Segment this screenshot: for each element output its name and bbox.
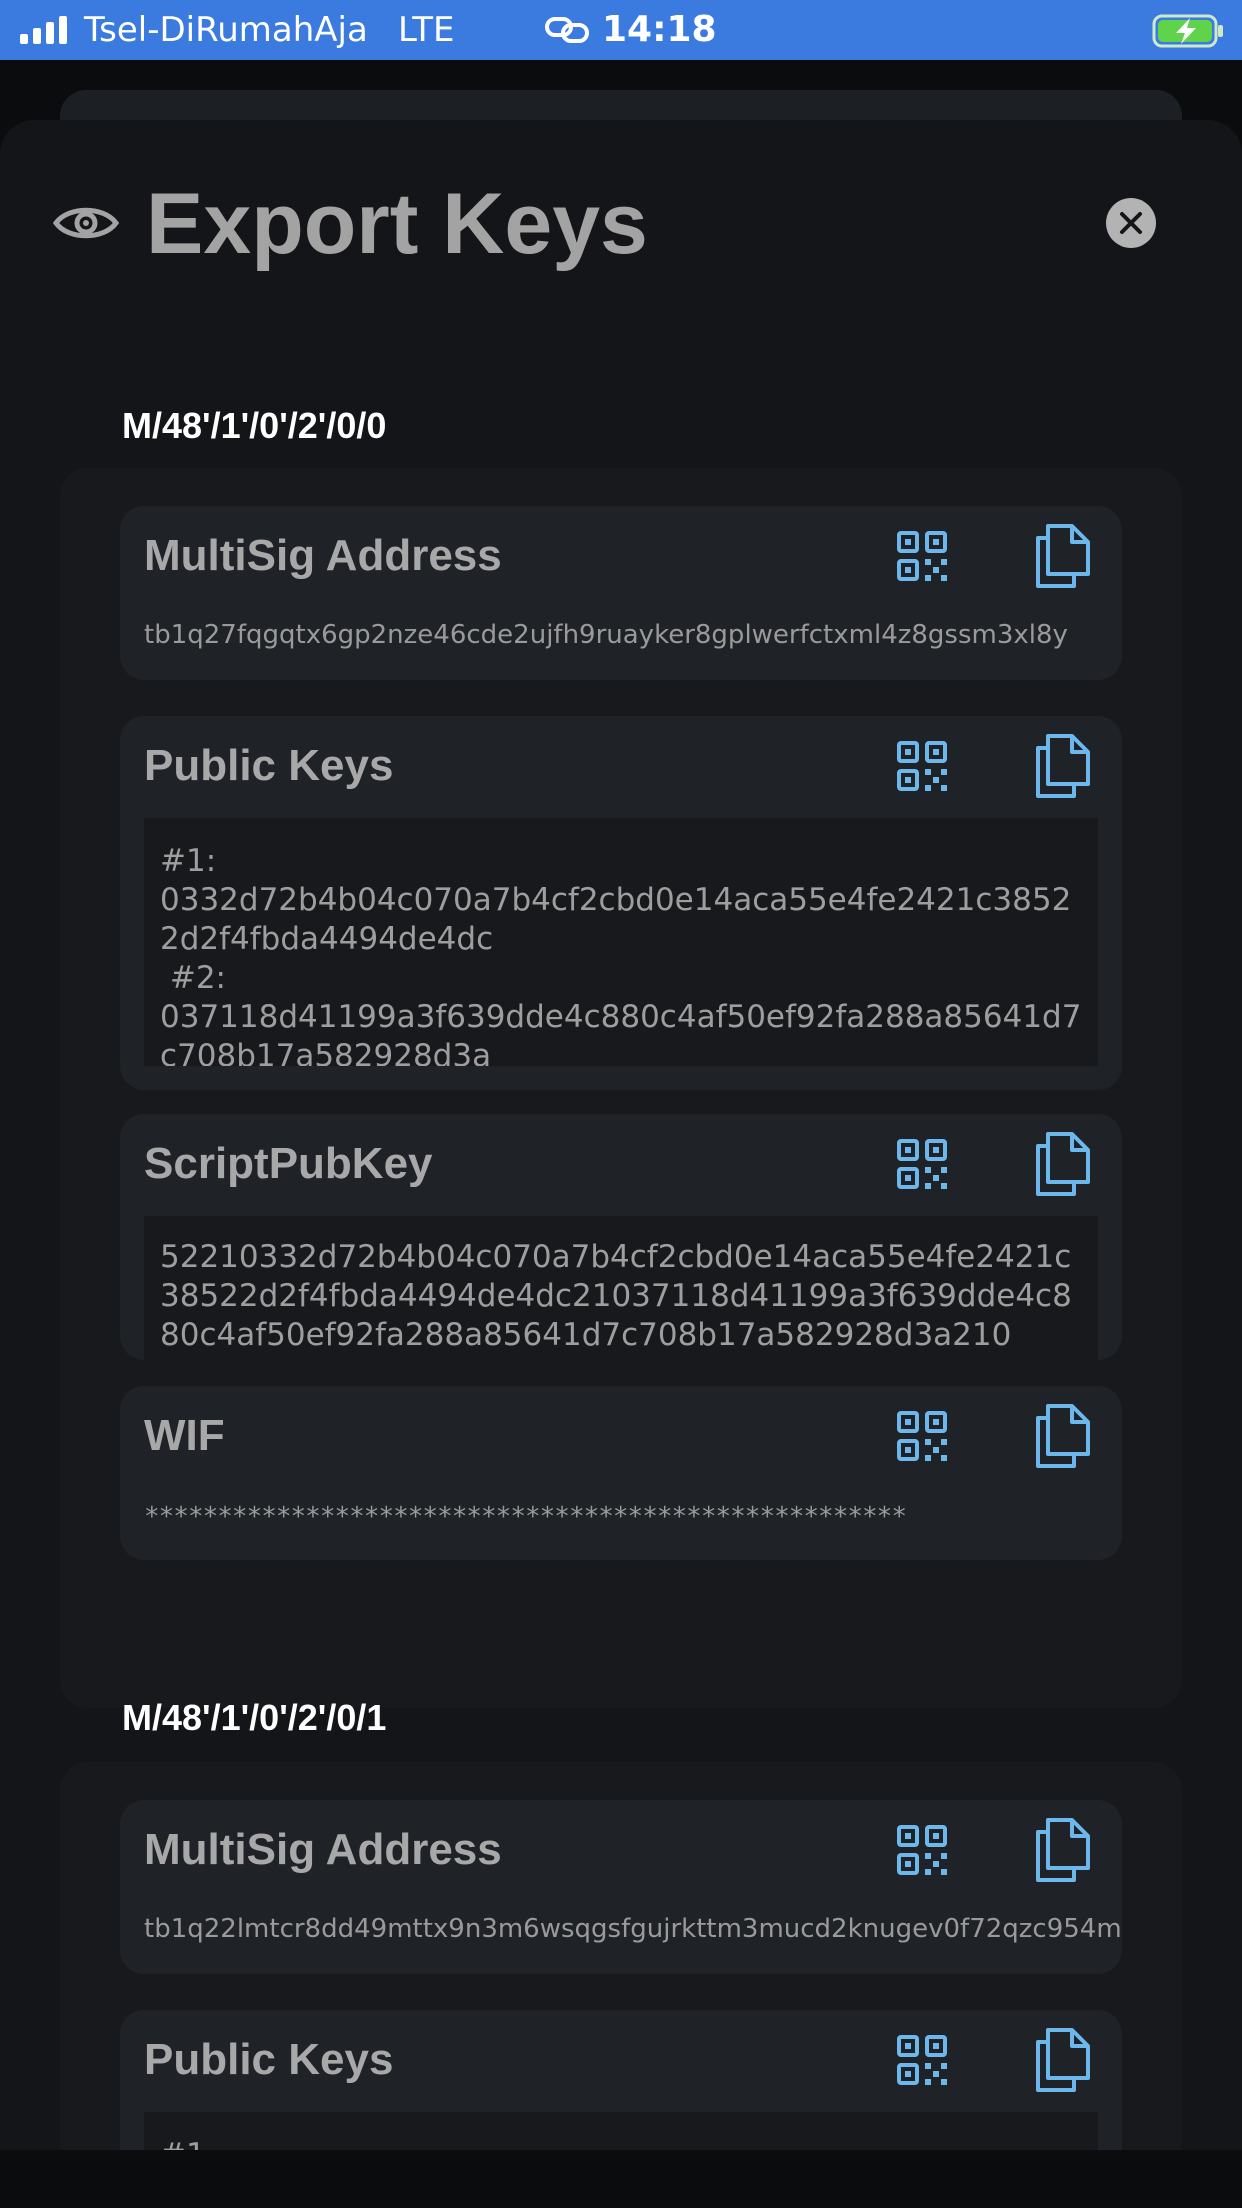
public-keys-box[interactable]: #1: 0332d72b4b04c070a7b4cf2cbd0e14aca55e… bbox=[144, 818, 1098, 1066]
network-type: LTE bbox=[398, 10, 455, 50]
link-icon bbox=[545, 17, 589, 43]
eye-icon bbox=[52, 207, 120, 239]
qr-code-icon[interactable] bbox=[896, 2034, 948, 2086]
signal-icon bbox=[20, 16, 67, 44]
carrier-name: Tsel-DiRumahAja bbox=[84, 10, 368, 50]
qr-code-icon[interactable] bbox=[896, 530, 948, 582]
qr-code-icon[interactable] bbox=[896, 740, 948, 792]
copy-icon[interactable] bbox=[1034, 1402, 1092, 1470]
copy-icon[interactable] bbox=[1034, 522, 1092, 590]
multisig-address-value: tb1q22lmtcr8dd49mttx9n3m6wsqgsfgujrkttm3… bbox=[144, 1914, 1122, 1944]
multisig-address-card: MultiSig Address tb1q27fqgqtx6gp2nze46cd… bbox=[120, 506, 1122, 680]
public-keys-label: Public Keys bbox=[144, 2035, 394, 2084]
export-keys-sheet: Export Keys M/48'/1'/0'/2'/0/0 MultiSig … bbox=[0, 120, 1242, 2150]
sheet-header: Export Keys bbox=[0, 120, 1242, 320]
battery-charging-icon bbox=[1152, 14, 1223, 48]
qr-code-icon[interactable] bbox=[896, 1138, 948, 1190]
copy-icon[interactable] bbox=[1034, 732, 1092, 800]
public-keys-card: Public Keys #1: 0332d72b4b04c070a7b4cf2c… bbox=[120, 716, 1122, 1090]
wif-label: WIF bbox=[144, 1411, 225, 1460]
multisig-address-label: MultiSig Address bbox=[144, 1825, 502, 1874]
public-keys-label: Public Keys bbox=[144, 741, 394, 790]
derivation-path-title: M/48'/1'/0'/2'/0/1 bbox=[122, 1697, 387, 1738]
public-keys-value: #1 bbox=[160, 2136, 1090, 2150]
key-group: MultiSig Address tb1q22lmtcr8dd49mttx9n3… bbox=[60, 1762, 1182, 2150]
copy-icon[interactable] bbox=[1034, 1816, 1092, 1884]
qr-code-icon[interactable] bbox=[896, 1824, 948, 1876]
page-title: Export Keys bbox=[146, 176, 648, 272]
scriptpubkey-card: ScriptPubKey 52210332d72b4b04c070a7b4cf2… bbox=[120, 1114, 1122, 1360]
public-keys-value: #1: 0332d72b4b04c070a7b4cf2cbd0e14aca55e… bbox=[160, 843, 1082, 1066]
qr-code-icon[interactable] bbox=[896, 1410, 948, 1462]
key-group: MultiSig Address tb1q27fqgqtx6gp2nze46cd… bbox=[60, 468, 1182, 1708]
clock: 14:18 bbox=[602, 9, 717, 50]
multisig-address-label: MultiSig Address bbox=[144, 531, 502, 580]
scriptpubkey-box[interactable]: 52210332d72b4b04c070a7b4cf2cbd0e14aca55e… bbox=[144, 1216, 1098, 1360]
multisig-address-value: tb1q27fqgqtx6gp2nze46cde2ujfh9ruayker8gp… bbox=[144, 620, 1068, 650]
bottom-safe-area bbox=[0, 2150, 1242, 2208]
public-keys-card: Public Keys #1 bbox=[120, 2010, 1122, 2150]
multisig-address-card: MultiSig Address tb1q22lmtcr8dd49mttx9n3… bbox=[120, 1800, 1122, 1974]
scriptpubkey-label: ScriptPubKey bbox=[144, 1139, 433, 1188]
wif-card: WIF ************************************… bbox=[120, 1386, 1122, 1560]
derivation-path-title: M/48'/1'/0'/2'/0/0 bbox=[122, 405, 387, 446]
copy-icon[interactable] bbox=[1034, 1130, 1092, 1198]
scriptpubkey-value: 52210332d72b4b04c070a7b4cf2cbd0e14aca55e… bbox=[160, 1239, 1072, 1353]
close-button[interactable] bbox=[1106, 198, 1156, 248]
status-bar: Tsel-DiRumahAja LTE 14:18 bbox=[0, 0, 1242, 60]
wif-value: ****************************************… bbox=[144, 1502, 907, 1532]
close-icon bbox=[1120, 212, 1142, 234]
copy-icon[interactable] bbox=[1034, 2026, 1092, 2094]
public-keys-box[interactable]: #1 bbox=[144, 2112, 1098, 2150]
